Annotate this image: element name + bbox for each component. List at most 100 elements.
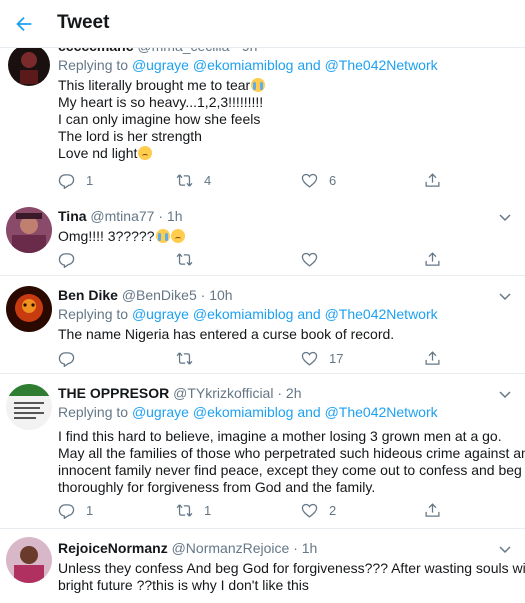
mention-link[interactable]: @ugraye <box>132 306 189 322</box>
tweet[interactable]: Ben Dike @BenDike5 · 10h Replying to @ug… <box>0 276 525 374</box>
reply-button[interactable] <box>58 249 86 269</box>
share-icon <box>425 350 440 365</box>
back-button[interactable] <box>10 10 38 38</box>
like-button[interactable]: 17 <box>301 348 343 368</box>
author-name[interactable]: Tina <box>58 208 87 224</box>
separator: · <box>277 385 283 401</box>
like-icon <box>301 503 318 518</box>
tweet[interactable]: Tina @mtina77 · 1h Omg!!!! 3????? <box>0 197 525 276</box>
timestamp[interactable]: 1h <box>302 540 318 556</box>
timestamp[interactable]: 1h <box>167 208 183 224</box>
tired-face-emoji <box>138 146 153 160</box>
and-word: and <box>297 404 321 420</box>
tweet-line: bright future ??this is why I don't like… <box>58 577 309 593</box>
retweet-count: 4 <box>204 172 212 188</box>
tweet-actions: 17 <box>58 348 458 368</box>
replying-to: Replying to @ugraye @ekomiamiblog and @T… <box>58 57 511 74</box>
avatar[interactable] <box>6 537 52 583</box>
tweet-line: Omg!!!! 3????? <box>58 228 155 244</box>
tweet-line: Unless they confess And beg God for forg… <box>58 560 525 576</box>
share-button[interactable] <box>424 500 441 520</box>
mention-link[interactable]: @ekomiamiblog <box>193 306 294 322</box>
retweet-count: 1 <box>204 502 212 518</box>
tweet-text: The name Nigeria has entered a curse boo… <box>58 326 511 343</box>
share-icon <box>425 502 440 517</box>
avatar[interactable] <box>6 286 52 332</box>
tweet-header: Tina @mtina77 · 1h <box>58 208 511 225</box>
tweet-header: Ben Dike @BenDike5 · 10h <box>58 287 511 304</box>
tweet-text: Unless they confess And beg God for forg… <box>58 560 525 594</box>
tweet-header: RejoiceNormanz @NormanzRejoice · 1h <box>58 540 511 557</box>
like-button[interactable]: 2 <box>301 500 336 520</box>
tweet-actions: 1 4 6 <box>58 170 458 190</box>
avatar[interactable] <box>6 384 52 430</box>
retweet-icon <box>176 173 193 187</box>
more-options-button[interactable] <box>497 386 513 402</box>
more-options-button[interactable] <box>497 209 513 225</box>
more-options-button[interactable] <box>497 541 513 557</box>
tweet-line: This literally brought me to tear <box>58 77 251 93</box>
retweet-button[interactable] <box>176 249 204 269</box>
mention-link[interactable]: @The042Network <box>325 306 438 322</box>
mention-link[interactable]: @The042Network <box>325 57 438 73</box>
tweet-line: innocent family never find peace, except… <box>58 462 522 478</box>
retweet-button[interactable]: 1 <box>176 500 211 520</box>
avatar[interactable] <box>6 207 52 253</box>
share-button[interactable] <box>424 170 441 190</box>
avatar[interactable] <box>8 44 50 86</box>
mention-link[interactable]: @The042Network <box>325 404 438 420</box>
timestamp[interactable]: 2h <box>286 385 302 401</box>
reply-count: 1 <box>86 172 94 188</box>
retweet-icon <box>176 503 193 517</box>
share-button[interactable] <box>424 249 441 269</box>
reply-button[interactable]: 1 <box>58 500 93 520</box>
tweet[interactable]: THE OPPRESOR @TYkrizkofficial · 2h Reply… <box>0 374 525 529</box>
page-title: Tweet <box>57 12 110 33</box>
replying-to: Replying to @ugraye @ekomiamiblog and @T… <box>58 404 511 421</box>
reply-count: 1 <box>86 502 94 518</box>
author-handle[interactable]: @BenDike5 <box>122 287 197 303</box>
share-icon <box>425 251 440 266</box>
mention-link[interactable]: @ekomiamiblog <box>193 57 294 73</box>
author-name[interactable]: Ben Dike <box>58 287 118 303</box>
mention-link[interactable]: @ugraye <box>132 57 189 73</box>
like-button[interactable] <box>301 249 329 269</box>
reply-button[interactable] <box>58 348 86 368</box>
more-options-button[interactable] <box>497 288 513 304</box>
crying-face-emoji <box>155 229 170 243</box>
chevron-down-icon <box>499 214 511 222</box>
author-handle[interactable]: @TYkrizkofficial <box>173 385 273 401</box>
timestamp[interactable]: 10h <box>209 287 232 303</box>
separator: · <box>293 540 298 556</box>
tweet-line: The lord is her strength <box>58 128 202 144</box>
replying-to: Replying to @ugraye @ekomiamiblog and @T… <box>58 306 511 323</box>
like-count: 17 <box>329 350 344 366</box>
like-button[interactable]: 6 <box>301 170 336 190</box>
mention-link[interactable]: @ekomiamiblog <box>193 404 294 420</box>
separator: · <box>158 208 164 224</box>
reply-button[interactable]: 1 <box>58 170 93 190</box>
tweet-line: I find this hard to believe, imagine a m… <box>58 428 502 444</box>
author-handle[interactable]: @NormanzRejoice <box>172 540 290 556</box>
tweet[interactable]: RejoiceNormanz @NormanzRejoice · 1h Unle… <box>0 529 525 603</box>
sad-face-emoji <box>170 229 185 243</box>
author-handle[interactable]: @mtina77 <box>90 208 154 224</box>
retweet-button[interactable] <box>176 348 204 368</box>
retweet-button[interactable]: 4 <box>176 170 211 190</box>
reply-icon <box>58 351 75 367</box>
share-button[interactable] <box>424 348 441 368</box>
mention-link[interactable]: @ugraye <box>132 404 189 420</box>
reply-icon <box>58 252 75 268</box>
like-count: 6 <box>329 172 337 188</box>
like-count: 2 <box>329 502 337 518</box>
tweet-text: This literally brought me to tear My hea… <box>58 77 511 162</box>
share-icon <box>425 172 440 187</box>
crying-face-emoji <box>251 78 266 92</box>
tweet-line: The name Nigeria has entered a curse boo… <box>58 326 395 342</box>
page-header: Tweet <box>0 0 525 48</box>
and-word: and <box>297 57 321 73</box>
author-name[interactable]: THE OPPRESOR <box>58 385 169 401</box>
replying-prefix: Replying to <box>58 57 129 73</box>
chevron-down-icon <box>499 293 511 301</box>
author-name[interactable]: RejoiceNormanz <box>58 540 168 556</box>
